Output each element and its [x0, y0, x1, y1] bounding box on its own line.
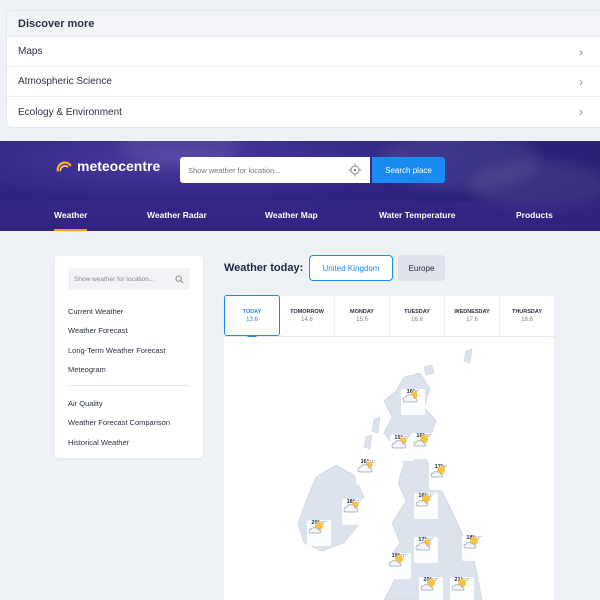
- nav-weather[interactable]: Weather: [54, 201, 88, 231]
- discover-item-maps[interactable]: Maps ›: [7, 37, 600, 67]
- map-marker[interactable]: 17°9°: [429, 464, 453, 490]
- discover-item-label: Atmospheric Science: [18, 76, 112, 87]
- nav-weather-map[interactable]: Weather Map: [265, 201, 318, 231]
- day-date: 18.6: [521, 317, 533, 323]
- cloudy-icon: [402, 391, 418, 403]
- day-date: 13.6: [246, 317, 258, 323]
- day-name: TUESDAY: [404, 309, 430, 315]
- chevron-right-icon: ›: [579, 74, 583, 89]
- day-name: TODAY: [242, 309, 262, 315]
- cloudy-icon: [415, 539, 431, 551]
- discover-more-panel: Discover more Maps › Atmospheric Science…: [6, 10, 600, 128]
- site-logo[interactable]: meteocentre: [55, 157, 160, 175]
- tab-tomorrow[interactable]: TOMORROW 14.6: [280, 296, 335, 336]
- map-marker[interactable]: 19°11°: [387, 553, 411, 579]
- sidebar: Show weather for location... Current Wea…: [55, 256, 203, 458]
- sidebar-link-long-term-forecast[interactable]: Long-Term Weather Forecast: [68, 341, 190, 360]
- discover-more-title: Discover more: [7, 11, 600, 37]
- location-search-box[interactable]: [180, 157, 370, 183]
- map-marker[interactable]: 18°11°: [342, 499, 366, 525]
- sidebar-search-input[interactable]: Show weather for location...: [68, 268, 190, 290]
- day-tabs: TODAY 13.6 TOMORROW 14.6 MONDAY 15.6 TUE…: [224, 295, 554, 341]
- discover-item-ecology[interactable]: Ecology & Environment ›: [7, 97, 600, 127]
- map-marker[interactable]: 15°10°: [390, 435, 414, 461]
- cloudy-icon: [357, 461, 373, 473]
- day-date: 17.6: [466, 317, 478, 323]
- sidebar-link-meteogram[interactable]: Meteogram: [68, 360, 190, 379]
- partly-cloudy-icon: [463, 537, 478, 549]
- logo-text: meteocentre: [77, 158, 161, 174]
- locate-icon[interactable]: [348, 163, 362, 177]
- sidebar-link-historical-weather[interactable]: Historical Weather: [68, 433, 190, 452]
- map-marker[interactable]: 18°12°: [462, 535, 486, 561]
- map-marker[interactable]: 16°10°: [412, 433, 436, 459]
- weather-today-title: Weather today:: [224, 262, 304, 274]
- day-date: 15.6: [356, 317, 368, 323]
- sidebar-link-forecast-comparison[interactable]: Weather Forecast Comparison: [68, 413, 190, 432]
- nav-products[interactable]: Products: [516, 201, 553, 231]
- partly-cloudy-icon: [415, 495, 430, 507]
- partly-cloudy-icon: [420, 579, 435, 591]
- site-header: meteocentre Search place Weather Weather…: [0, 141, 600, 231]
- day-name: WEDNESDAY: [454, 309, 490, 315]
- nav-weather-radar[interactable]: Weather Radar: [147, 201, 207, 231]
- sidebar-search-placeholder: Show weather for location...: [74, 275, 155, 283]
- search-place-button[interactable]: Search place: [372, 157, 445, 183]
- discover-item-atmospheric-science[interactable]: Atmospheric Science ›: [7, 67, 600, 97]
- region-united-kingdom-button[interactable]: United Kingdom: [309, 255, 393, 281]
- sidebar-link-current-weather[interactable]: Current Weather: [68, 302, 190, 321]
- sidebar-links: Current Weather Weather Forecast Long-Te…: [68, 302, 190, 452]
- search-icon[interactable]: [175, 274, 184, 284]
- partly-cloudy-icon: [430, 466, 445, 478]
- tab-wednesday[interactable]: WEDNESDAY 17.6: [445, 296, 500, 336]
- map-marker[interactable]: 16°12°: [414, 493, 438, 519]
- map-marker[interactable]: 20°10°: [307, 520, 331, 546]
- sidebar-divider: [68, 385, 190, 387]
- map-marker[interactable]: 20°12°: [419, 577, 443, 600]
- day-name: THURSDAY: [511, 309, 543, 315]
- day-name: MONDAY: [350, 309, 374, 315]
- uk-weather-map[interactable]: 16°8° 15°10° 16°10° 16°11° 17°9° 18°11° …: [224, 337, 554, 600]
- day-name: TOMORROW: [290, 309, 324, 315]
- partly-cloudy-icon: [413, 435, 428, 447]
- discover-item-label: Maps: [18, 46, 43, 57]
- location-search-input[interactable]: [188, 165, 338, 175]
- day-date: 14.6: [301, 317, 313, 323]
- map-marker[interactable]: 16°11°: [356, 459, 380, 485]
- region-europe-button[interactable]: Europe: [398, 255, 445, 281]
- tab-today[interactable]: TODAY 13.6: [224, 295, 280, 341]
- cloudy-icon: [343, 501, 359, 513]
- sun-logo-icon: [56, 161, 72, 172]
- chevron-right-icon: ›: [579, 44, 583, 59]
- sidebar-link-air-quality[interactable]: Air Quality: [68, 394, 190, 413]
- map-marker[interactable]: 16°8°: [401, 389, 425, 415]
- cloudy-icon: [391, 437, 407, 449]
- chevron-right-icon: ›: [579, 105, 583, 119]
- map-marker[interactable]: 21°13°: [450, 577, 474, 600]
- day-date: 16.6: [411, 317, 423, 323]
- discover-item-label: Ecology & Environment: [18, 106, 122, 118]
- partly-cloudy-icon: [388, 555, 403, 567]
- partly-cloudy-icon: [308, 522, 323, 534]
- tab-tuesday[interactable]: TUESDAY 16.6: [390, 296, 445, 336]
- tab-thursday[interactable]: THURSDAY 18.6: [500, 296, 554, 336]
- tab-monday[interactable]: MONDAY 15.6: [335, 296, 390, 336]
- sidebar-link-weather-forecast[interactable]: Weather Forecast: [68, 321, 190, 340]
- nav-water-temperature[interactable]: Water Temperature: [379, 201, 456, 231]
- main-nav: Weather Weather Radar Weather Map Water …: [0, 201, 600, 231]
- partly-cloudy-icon: [451, 579, 466, 591]
- map-marker[interactable]: 17°12°: [414, 537, 438, 563]
